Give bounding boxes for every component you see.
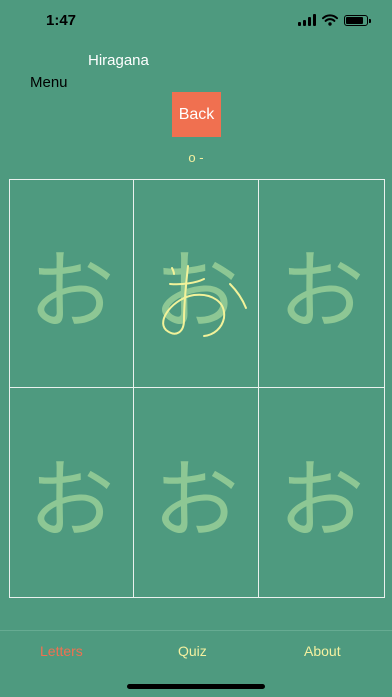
practice-cell[interactable]: お [9,179,134,388]
practice-grid: お お お お お お [9,179,385,598]
practice-cell[interactable]: お [9,387,134,598]
kana-guide: お [28,451,115,551]
status-icons [298,14,371,26]
kana-guide: お [278,451,365,551]
menu-button[interactable]: Menu [30,74,68,91]
traced-stroke [162,265,247,337]
status-bar: 1:47 [0,0,392,44]
romaji-label: o - [188,150,204,165]
home-indicator[interactable] [127,684,265,689]
practice-cell[interactable]: お [258,179,385,388]
back-button[interactable]: Back [172,92,221,137]
wifi-icon [322,14,338,26]
practice-cell[interactable]: お [133,179,259,388]
kana-guide: お [153,451,239,551]
cellular-signal-icon [298,14,316,26]
practice-cell[interactable]: お [258,387,385,598]
practice-cell[interactable]: お [133,387,259,598]
page-title: Hiragana [88,52,149,69]
kana-guide: お [28,242,115,342]
battery-icon [344,14,371,26]
tab-letters[interactable]: Letters [40,643,83,659]
tab-quiz[interactable]: Quiz [178,643,207,659]
tab-about[interactable]: About [304,643,341,659]
status-time: 1:47 [46,12,77,29]
kana-guide: お [278,242,365,342]
